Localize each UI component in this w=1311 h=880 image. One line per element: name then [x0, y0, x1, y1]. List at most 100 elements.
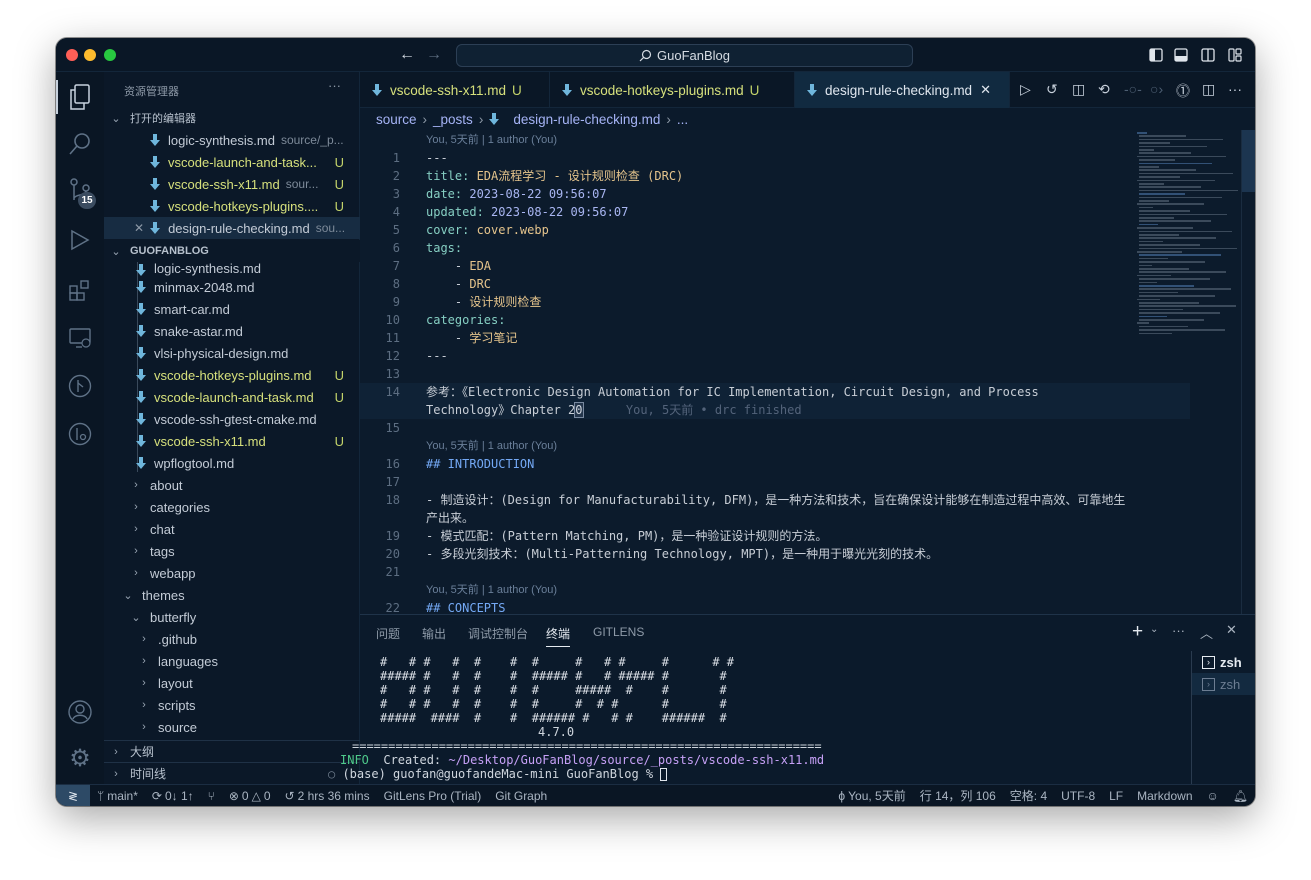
more-actions-icon[interactable]: ··· — [1172, 623, 1185, 638]
git-graph-status[interactable]: Git Graph — [488, 789, 554, 803]
remote-indicator-icon[interactable]: ≷ — [56, 784, 90, 806]
file-tree-item[interactable]: vscode-hotkeys-plugins.md U — [104, 364, 360, 386]
prompt-line[interactable]: ○ (base) guofan@guofandeMac-mini GuoFanB… — [328, 767, 824, 781]
extensions-icon[interactable] — [68, 278, 92, 302]
remote-explorer-icon[interactable] — [68, 326, 92, 350]
open-editor-item[interactable]: logic-synthesis.md source/_p... — [104, 129, 360, 151]
editor-scrollbar[interactable] — [1241, 130, 1255, 614]
panel-tab[interactable]: 问题 — [376, 625, 400, 642]
feedback-icon[interactable]: ☺ — [1200, 789, 1226, 803]
codelens-row[interactable]: You, 5天前 | 1 author (You) — [360, 131, 1190, 149]
toggle-primary-sidebar-icon[interactable] — [1149, 48, 1163, 62]
folder-tree-item[interactable]: › scripts — [104, 694, 360, 716]
codelens-row[interactable]: You, 5天前 | 1 author (You) — [360, 437, 1190, 455]
file-tree-item[interactable]: minmax-2048.md — [104, 276, 360, 298]
file-tree-item[interactable]: logic-synthesis.md — [104, 262, 360, 276]
folder-tree-item[interactable]: › layout — [104, 672, 360, 694]
terminal-instance[interactable]: › zsh — [1192, 651, 1255, 673]
cursor-position[interactable]: 行 14，列 106 — [913, 787, 1003, 804]
file-tree-item[interactable]: wpflogtool.md — [104, 452, 360, 474]
file-tree-item[interactable]: vlsi-physical-design.md — [104, 342, 360, 364]
open-preview-icon[interactable]: ◫ — [1072, 81, 1085, 98]
notifications-bell-icon[interactable]: 🔔︎ — [1226, 789, 1255, 803]
customize-layout-icon[interactable] — [1228, 48, 1242, 62]
panel-tab[interactable]: 终端 — [546, 625, 571, 647]
codelens-row[interactable]: You, 5天前 | 1 author (You) — [360, 581, 1190, 599]
codelens-author[interactable]: You, 5天前 | 1 author (You) — [426, 131, 557, 149]
git-graph-status-icon[interactable]: ⑂ — [201, 789, 222, 803]
folder-tree-item[interactable]: ⌄ butterfly — [104, 606, 360, 628]
folder-tree-item[interactable]: › source — [104, 716, 360, 738]
toggle-panel-icon[interactable] — [1174, 48, 1188, 62]
git-graph-icon[interactable] — [68, 374, 92, 398]
terminal-output[interactable]: # # # # # # # # # # # # # ##### # # # # #… — [328, 655, 824, 781]
folder-tree-item[interactable]: › languages — [104, 650, 360, 672]
breadcrumb-item[interactable]: source — [376, 112, 417, 127]
project-section-header[interactable]: ⌄ GUOFANBLOG — [104, 240, 360, 262]
file-tree-item[interactable]: vscode-ssh-gtest-cmake.md — [104, 408, 360, 430]
time-tracker-status[interactable]: ↺ 2 hrs 36 mins — [278, 789, 377, 803]
explorer-icon[interactable] — [68, 84, 92, 110]
breadcrumb-item[interactable]: design-rule-checking.md — [513, 112, 660, 127]
panel-tab[interactable]: 调试控制台 — [468, 625, 528, 642]
back-arrow-icon[interactable]: ← — [399, 46, 415, 64]
toggle-secondary-sidebar-icon[interactable] — [1201, 48, 1215, 62]
open-editor-item[interactable]: vscode-ssh-x11.md sour... U — [104, 173, 360, 195]
problems-status[interactable]: ⊗ 0 △ 0 — [222, 789, 278, 803]
folder-tree-item[interactable]: › categories — [104, 496, 360, 518]
file-tree-item[interactable]: smart-car.md — [104, 298, 360, 320]
codelens-author[interactable]: You, 5天前 | 1 author (You) — [426, 581, 557, 599]
editor-tab[interactable]: design-rule-checking.md ✕ — [795, 72, 1010, 108]
account-icon[interactable] — [68, 700, 92, 724]
search-icon[interactable] — [68, 132, 92, 156]
close-panel-icon[interactable]: ✕ — [1226, 622, 1237, 638]
zoom-window-button[interactable] — [104, 49, 116, 61]
run-debug-icon[interactable] — [68, 228, 92, 252]
gitlens-inspect-icon[interactable]: ⓵ — [1176, 81, 1190, 101]
next-change-icon[interactable]: ○› — [1150, 81, 1163, 97]
chevron-down-icon[interactable]: ⌄ — [1150, 624, 1158, 635]
settings-gear-icon[interactable]: ⚙ — [68, 745, 92, 772]
folder-tree-item[interactable]: › .github — [104, 628, 360, 650]
history-icon[interactable]: ↺ — [1046, 81, 1058, 98]
folder-tree-item[interactable]: › webapp — [104, 562, 360, 584]
close-tab-icon[interactable]: ✕ — [980, 82, 991, 98]
language-mode[interactable]: Markdown — [1130, 789, 1199, 803]
commit-icon[interactable]: -○- — [1124, 81, 1142, 97]
end-of-line[interactable]: LF — [1102, 789, 1130, 803]
split-editor-icon[interactable]: ◫ — [1202, 81, 1215, 98]
minimap[interactable] — [1137, 130, 1241, 614]
file-tree-item[interactable]: snake-astar.md — [104, 320, 360, 342]
indentation[interactable]: 空格: 4 — [1003, 787, 1054, 804]
file-tree-item[interactable]: vscode-ssh-x11.md U — [104, 430, 360, 452]
forward-arrow-icon[interactable]: → — [426, 46, 442, 64]
folder-tree-item[interactable]: › about — [104, 474, 360, 496]
previous-change-icon[interactable]: ⟲ — [1098, 81, 1110, 98]
breadcrumb-item[interactable]: ... — [677, 112, 688, 127]
encoding[interactable]: UTF-8 — [1054, 789, 1102, 803]
open-editor-item[interactable]: vscode-launch-and-task... U — [104, 151, 360, 173]
file-tree-item[interactable]: vscode-launch-and-task.md U — [104, 386, 360, 408]
minimize-window-button[interactable] — [84, 49, 96, 61]
timeline-section-header[interactable]: › 时间线 — [104, 762, 360, 784]
open-editors-section-header[interactable]: ⌄ 打开的编辑器 — [104, 107, 360, 129]
editor-tab[interactable]: vscode-ssh-x11.md U — [360, 72, 550, 108]
folder-tree-item[interactable]: ⌄ themes — [104, 584, 360, 606]
code-editor[interactable]: You, 5天前 | 1 author (You) 1 --- 2 title: EDA… — [360, 130, 1255, 614]
sync-status[interactable]: ⟳ 0↓ 1↑ — [145, 789, 201, 803]
gitlens-status[interactable]: GitLens Pro (Trial) — [377, 789, 489, 803]
command-center-search[interactable]: GuoFanBlog — [456, 44, 913, 67]
blame-status[interactable]: ϕ You, 5天前 — [831, 787, 912, 804]
maximize-panel-icon[interactable]: ︿ — [1200, 623, 1213, 642]
gitlens-icon[interactable] — [68, 422, 92, 446]
more-icon[interactable]: ··· — [1228, 81, 1242, 97]
panel-tab[interactable]: GITLENS — [593, 625, 644, 639]
close-window-button[interactable] — [66, 49, 78, 61]
new-terminal-icon[interactable]: + — [1132, 621, 1143, 643]
scrollbar-thumb[interactable] — [1242, 130, 1255, 192]
codelens-author[interactable]: You, 5天前 | 1 author (You) — [426, 437, 557, 455]
open-editor-item[interactable]: ✕ design-rule-checking.md sou... — [104, 217, 360, 239]
outline-section-header[interactable]: › 大纲 — [104, 740, 360, 762]
breadcrumb-item[interactable]: _posts — [433, 112, 473, 127]
editor-tab[interactable]: vscode-hotkeys-plugins.md U — [550, 72, 795, 108]
